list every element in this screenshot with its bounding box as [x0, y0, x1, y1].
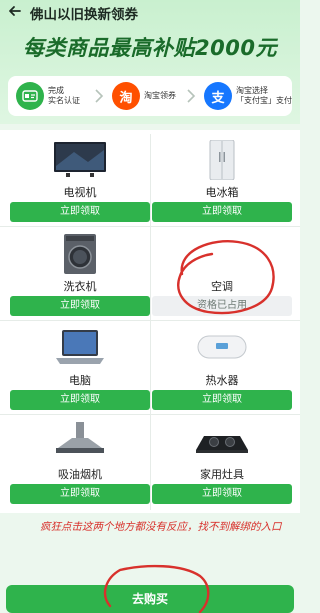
step-alipay: 支 淘宝选择 「支付宝」支付 — [204, 80, 292, 112]
id-card-icon — [16, 82, 44, 110]
tv-icon — [54, 142, 106, 177]
alipay-icon: 支 — [204, 82, 232, 110]
claim-button-stove[interactable]: 立即领取 — [152, 484, 292, 504]
chevron-right-icon — [187, 89, 196, 103]
washing-machine-icon — [64, 234, 96, 274]
product-name: 电脑 — [69, 374, 91, 387]
claim-button-range-hood[interactable]: 立即领取 — [10, 484, 150, 504]
grid-divider — [150, 134, 151, 510]
step-label: 淘宝领券 — [144, 91, 176, 100]
claim-button-fridge[interactable]: 立即领取 — [152, 202, 292, 222]
product-name: 家用灶具 — [200, 468, 244, 481]
fridge-icon — [209, 140, 235, 180]
top-bar: 佛山以旧换新领券 — [0, 0, 300, 23]
claim-button-tv[interactable]: 立即领取 — [10, 202, 150, 222]
gas-stove-icon — [196, 436, 248, 453]
claim-button-washer[interactable]: 立即领取 — [10, 296, 150, 316]
laptop-icon — [56, 330, 104, 364]
step-verify: 完成 实名认证 — [16, 80, 80, 112]
grid-divider — [0, 226, 300, 227]
product-name: 热水器 — [205, 374, 239, 387]
grid-divider — [0, 320, 300, 321]
product-name: 空调 — [211, 280, 233, 293]
product-name: 电视机 — [63, 186, 97, 199]
chevron-right-icon — [95, 89, 104, 103]
claim-button-water-heater[interactable]: 立即领取 — [152, 390, 292, 410]
step-label: 淘宝选择 「支付宝」支付 — [236, 86, 292, 105]
product-name: 吸油烟机 — [58, 468, 102, 481]
taobao-icon: 淘 — [112, 82, 140, 110]
annotation-note: 疯狂点击这两个地方都没有反应，找不到解绑的入口 — [40, 521, 282, 533]
product-name: 电冰箱 — [205, 186, 239, 199]
page-title: 佛山以旧换新领券 — [30, 7, 138, 23]
subsidy-slogan: 每类商品最高补贴2000元 — [23, 36, 277, 60]
product-name: 洗衣机 — [63, 280, 97, 293]
water-heater-icon — [197, 335, 247, 359]
claim-button-computer[interactable]: 立即领取 — [10, 390, 150, 410]
steps-panel: 完成 实名认证 淘 淘宝领券 支 淘宝选择 「支付宝」支付 — [8, 76, 292, 116]
range-hood-icon — [56, 422, 104, 453]
buy-button[interactable]: 去购买 — [6, 585, 294, 613]
step-label: 完成 实名认证 — [48, 86, 80, 105]
qualification-used-button[interactable]: 资格已占用 — [152, 296, 292, 316]
grid-divider — [0, 414, 300, 415]
step-taobao: 淘 淘宝领券 — [112, 80, 176, 112]
back-arrow-icon[interactable] — [6, 2, 24, 20]
